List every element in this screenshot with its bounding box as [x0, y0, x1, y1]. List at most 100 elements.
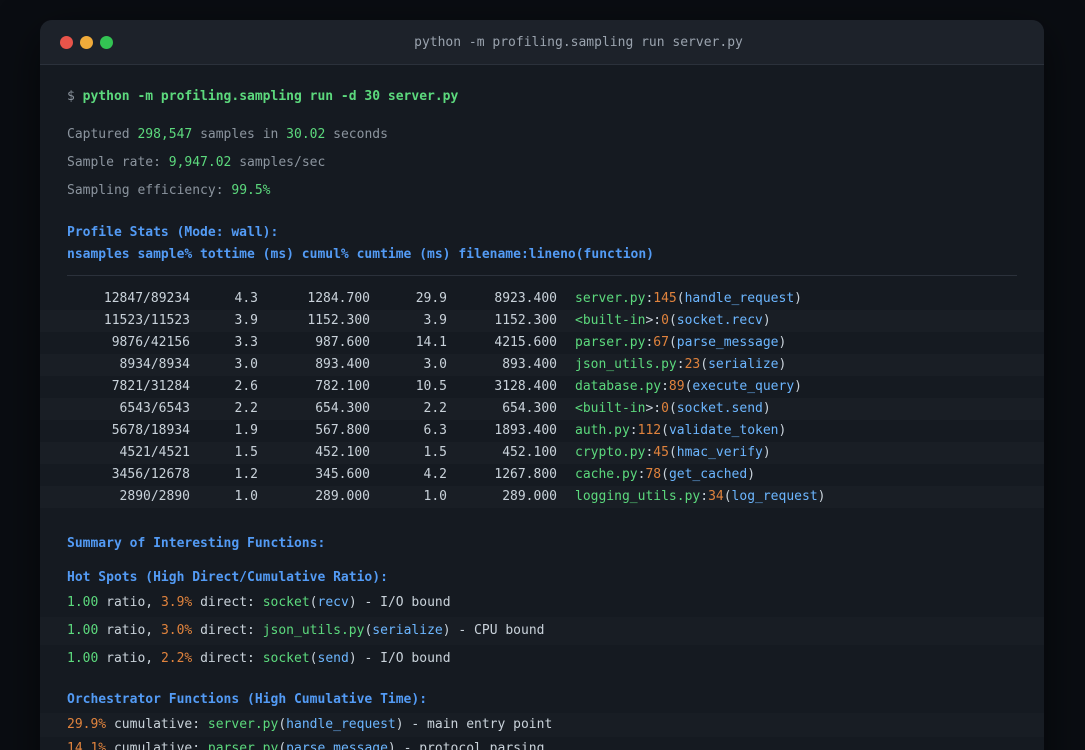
text-segment: ( [661, 467, 669, 482]
stats-cell: 3.9 [234, 313, 258, 328]
text-segment: parse_message [286, 741, 388, 750]
text-segment: 67 [653, 335, 669, 350]
stats-cell: 782.100 [315, 379, 370, 394]
stats-cell: 567.800 [315, 423, 370, 438]
text-segment: socket [262, 651, 310, 666]
text-segment: handle_request [684, 291, 795, 306]
function-reference: server.py:145(handle_request) [575, 288, 802, 310]
window-title: python -m profiling.sampling run server.… [414, 34, 743, 50]
function-reference: <built-in>:0(socket.send) [575, 398, 771, 420]
text-segment: ratio, [98, 595, 161, 610]
text-segment: : [653, 401, 662, 416]
minimize-button[interactable] [80, 35, 93, 49]
text-segment: 45 [653, 445, 669, 460]
text-segment: ( [309, 595, 318, 610]
function-reference: <built-in>:0(socket.recv) [575, 310, 771, 332]
maximize-button[interactable] [100, 35, 113, 49]
stats-cell: 3456/12678 [111, 467, 190, 482]
stats-cell: 29.9 [415, 291, 447, 306]
text-segment: server.py [575, 291, 646, 306]
text-segment: ) [794, 291, 802, 306]
stats-row: 2890/2890 1.0 289.000 1.0 289.000 logging_uti… [40, 486, 1044, 508]
text-segment: - I/O bound [356, 651, 451, 666]
text-segment: serialize [372, 623, 443, 638]
text-segment: : [700, 489, 709, 504]
stats-row: 9876/42156 3.3 987.600 14.1 4215.600 parser.p… [40, 332, 1044, 354]
text-segment: parser.py [575, 335, 646, 350]
terminal-body[interactable]: $ python -m profiling.sampling run -d 30… [40, 65, 1044, 750]
text-segment: ( [661, 423, 669, 438]
text-segment: Captured [67, 127, 138, 142]
stats-row: 8934/8934 3.0 893.400 3.0 893.400 json_utils.… [40, 354, 1044, 376]
text-segment: 1.00 [67, 595, 99, 610]
text-segment: ) [778, 357, 787, 372]
text-segment: ) [348, 651, 357, 666]
stats-cell: 8934/8934 [119, 357, 190, 372]
text-segment: json_utils.py [262, 623, 365, 638]
stats-cell: 1.0 [423, 489, 447, 504]
titlebar[interactable]: python -m profiling.sampling run server.… [40, 20, 1044, 65]
text-segment: 0 [661, 313, 669, 328]
text-segment: 0 [661, 401, 669, 416]
text-segment: ( [668, 445, 677, 460]
text-segment: 112 [637, 423, 662, 438]
text-segment: parse_message [676, 335, 779, 350]
text-segment: socket [262, 595, 310, 610]
text-segment: 2.2% [160, 651, 193, 666]
orchestrator-heading: Orchestrator Functions (High Cumulative … [67, 692, 428, 707]
sampling-efficiency-line: Sampling efficiency: 99.5% [67, 182, 1017, 200]
text-segment: 3.0% [160, 623, 193, 638]
hot-spot-row: 1.00 ratio, 2.2% direct: socket(send) - … [40, 645, 1044, 673]
text-segment: direct: [192, 623, 263, 638]
text-segment: ( [278, 717, 287, 732]
orchestrator-row: 29.9% cumulative: server.py(handle_reque… [40, 713, 1044, 737]
text-segment: 89 [668, 379, 685, 394]
text-segment: : [653, 313, 662, 328]
command-line: $ python -m profiling.sampling run -d 30… [67, 88, 1017, 106]
text-segment: seconds [325, 127, 388, 142]
text-segment: validate_token [668, 423, 779, 438]
text-segment: ( [700, 357, 709, 372]
stats-cell: 1.0 [234, 489, 258, 504]
terminal-window: python -m profiling.sampling run server.… [40, 20, 1044, 750]
text-segment: ) [747, 467, 756, 482]
summary-heading: Summary of Interesting Functions: [67, 536, 326, 551]
stats-cell: 1893.400 [494, 423, 557, 438]
stats-cell: 345.600 [315, 467, 370, 482]
text-segment: ( [668, 335, 677, 350]
text-segment: serialize [708, 357, 779, 372]
stats-cell: 2.2 [234, 401, 258, 416]
hot-spots-heading: Hot Spots (High Direct/Cumulative Ratio)… [67, 570, 388, 585]
stats-cell: 1.5 [423, 445, 447, 460]
text-segment: : [661, 379, 669, 394]
hot-spots-list: 1.00 ratio, 3.9% direct: socket(recv) - … [67, 589, 1017, 673]
text-segment: ) [395, 717, 404, 732]
text-segment: cumulative: [106, 717, 208, 732]
hot-spot-row: 1.00 ratio, 3.0% direct: json_utils.py(s… [40, 617, 1044, 645]
stats-row: 11523/11523 3.9 1152.300 3.9 1152.300 <built-… [40, 310, 1044, 332]
text-segment: Sample rate: [67, 155, 169, 170]
stats-cell: 289.000 [315, 489, 370, 504]
text-segment: Sampling efficiency: [67, 183, 232, 198]
function-reference: crypto.py:45(hmac_verify) [575, 442, 771, 464]
text-segment: <built-in [575, 401, 646, 416]
orchestrator-row: 14.1% cumulative: parser.py(parse_messag… [40, 737, 1044, 750]
captured-summary-line: Captured 298,547 samples in 30.02 second… [67, 126, 1017, 144]
stats-cell: 3128.400 [494, 379, 557, 394]
text-segment: python -m profiling.sampling run -d 30 s… [82, 89, 459, 104]
stats-cell: 654.300 [502, 401, 557, 416]
text-segment: ( [309, 651, 318, 666]
stats-cell: 8923.400 [494, 291, 557, 306]
text-segment: crypto.py [575, 445, 646, 460]
stats-cell: 5678/18934 [111, 423, 190, 438]
text-segment: 145 [653, 291, 677, 306]
stats-row: 6543/6543 2.2 654.300 2.2 654.300 <built-in>:… [40, 398, 1044, 420]
stats-cell: 4.2 [423, 467, 447, 482]
close-button[interactable] [60, 35, 73, 49]
stats-cell: 12847/89234 [103, 291, 190, 306]
stats-columns-header: nsamples sample% tottime (ms) cumul% cum… [67, 247, 654, 262]
text-segment: database.py [575, 379, 662, 394]
text-segment: server.py [207, 717, 279, 732]
text-segment: 3.9% [160, 595, 193, 610]
text-segment: handle_request [286, 717, 396, 732]
